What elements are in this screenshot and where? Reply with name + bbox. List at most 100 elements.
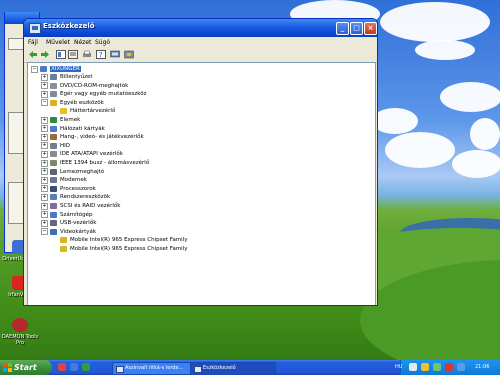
- tree-category[interactable]: + USB-vezérlők: [41, 219, 96, 227]
- warning-icon: [60, 108, 67, 115]
- desktop-icon-daemon-tools[interactable]: DAEMON Tools Pro: [0, 318, 40, 346]
- close-button[interactable]: ×: [364, 22, 377, 35]
- help-icon[interactable]: ?: [96, 50, 106, 59]
- processor-icon: [50, 185, 57, 192]
- display-adapter-icon: [60, 237, 67, 244]
- tree-category[interactable]: + IEEE 1394 busz - állomásvezérlő: [41, 159, 149, 167]
- disk-icon: [50, 168, 57, 175]
- expand-icon[interactable]: +: [41, 90, 48, 98]
- expand-icon[interactable]: +: [41, 150, 48, 158]
- tree-category[interactable]: − Egyéb eszközök: [41, 99, 104, 107]
- tree-category[interactable]: + Rendszereszközök: [41, 193, 110, 201]
- menu-action[interactable]: Művelet: [46, 39, 70, 46]
- expand-icon[interactable]: +: [41, 142, 48, 150]
- expand-icon[interactable]: +: [41, 133, 48, 141]
- title-bar[interactable]: Eszközkezelő _ □ ×: [24, 19, 377, 37]
- tray-network-icon[interactable]: [433, 363, 441, 371]
- tree-category[interactable]: + Hang-, videó- és játékvezérlők: [41, 133, 144, 141]
- tree-category[interactable]: + Processzorok: [41, 185, 96, 193]
- collapse-icon[interactable]: −: [41, 228, 48, 236]
- tree-category[interactable]: − Videokártyák: [41, 228, 96, 236]
- back-icon[interactable]: [28, 50, 38, 59]
- quicklaunch-media-icon[interactable]: [82, 363, 90, 371]
- properties-icon[interactable]: [68, 50, 78, 59]
- battery-icon: [50, 117, 57, 123]
- expand-icon[interactable]: +: [41, 125, 48, 133]
- tree-root[interactable]: − XIXUNGER: [31, 65, 81, 73]
- menu-file[interactable]: Fájl: [28, 39, 38, 46]
- expand-icon[interactable]: +: [41, 202, 48, 210]
- collapse-icon[interactable]: −: [41, 99, 48, 107]
- expand-icon[interactable]: +: [41, 219, 48, 227]
- tree-category[interactable]: + Modemek: [41, 176, 87, 184]
- tree-view-icon[interactable]: [56, 50, 66, 59]
- sound-icon: [50, 134, 57, 141]
- device-manager-window[interactable]: Eszközkezelő _ □ × Fájl Művelet Nézet Sú…: [23, 18, 378, 306]
- modem-icon: [50, 177, 57, 184]
- unknown-device-icon: [50, 99, 57, 106]
- hid-icon: [50, 142, 57, 149]
- computer-icon: [50, 211, 57, 218]
- menu-help[interactable]: Súgó: [95, 39, 110, 46]
- menu-bar: Fájl Művelet Nézet Súgó: [24, 38, 377, 48]
- tree-category[interactable]: + IDE ATA/ATAPI vezérlők: [41, 150, 123, 158]
- window-icon: [116, 366, 124, 373]
- minimize-button[interactable]: _: [336, 22, 349, 35]
- expand-icon[interactable]: +: [41, 82, 48, 90]
- expand-icon[interactable]: +: [41, 176, 48, 184]
- expand-icon[interactable]: +: [41, 116, 48, 124]
- quicklaunch-browser-icon[interactable]: [58, 363, 66, 371]
- toolbar: ?: [24, 48, 377, 63]
- expand-icon[interactable]: +: [41, 193, 48, 201]
- tree-category[interactable]: + Elemek: [41, 116, 80, 124]
- svg-text:?: ?: [99, 51, 103, 59]
- tree-device[interactable]: Háttértárvezérlő: [51, 107, 115, 115]
- update-driver-icon[interactable]: [124, 50, 134, 59]
- tree-category[interactable]: + DVD/CD-ROM-meghajtók: [41, 82, 128, 90]
- windows-logo-icon: [3, 363, 12, 372]
- tree-device[interactable]: Mobile Intel(R) 965 Express Chipset Fami…: [51, 236, 188, 244]
- expand-icon[interactable]: +: [41, 185, 48, 193]
- tree-category[interactable]: + Lemezmeghajtó: [41, 168, 104, 176]
- tray-app-icon[interactable]: [445, 363, 453, 371]
- tree-device[interactable]: Mobile Intel(R) 965 Express Chipset Fami…: [51, 245, 188, 253]
- collapse-icon[interactable]: −: [31, 65, 38, 73]
- print-icon[interactable]: [82, 50, 92, 59]
- computer-icon: [40, 66, 47, 72]
- maximize-button[interactable]: □: [350, 22, 363, 35]
- menu-view[interactable]: Nézet: [74, 39, 91, 46]
- taskbar-item-device-manager[interactable]: Eszközkezelő: [190, 362, 276, 375]
- expand-icon[interactable]: +: [41, 211, 48, 219]
- tree-category[interactable]: + HID: [41, 142, 70, 150]
- start-button[interactable]: Start: [0, 360, 52, 375]
- forward-icon[interactable]: [40, 50, 50, 59]
- tray-battery-icon[interactable]: [457, 363, 465, 371]
- scan-hardware-icon[interactable]: [110, 50, 120, 59]
- display-icon: [50, 228, 57, 235]
- expand-icon[interactable]: +: [41, 73, 48, 81]
- tree-category[interactable]: + Hálózati kártyák: [41, 125, 105, 133]
- taskbar-item-1[interactable]: Aszinvali ritká-s lerde...: [112, 362, 198, 375]
- system-tray: HU 21:06: [395, 360, 500, 375]
- window-title: Eszközkezelő: [43, 22, 95, 30]
- device-manager-icon: [194, 366, 202, 373]
- tree-category[interactable]: + SCSI és RAID vezérlők: [41, 202, 120, 210]
- mouse-icon: [50, 91, 57, 98]
- daemon-tools-icon: [12, 318, 28, 332]
- tree-category[interactable]: + Számítógép: [41, 211, 93, 219]
- device-tree[interactable]: − XIXUNGER + Billentyűzet + DVD/CD-ROM-megha…: [27, 62, 376, 305]
- quicklaunch-mail-icon[interactable]: [70, 363, 78, 371]
- device-manager-icon: [29, 23, 41, 34]
- keyboard-icon: [50, 74, 57, 80]
- tray-security-icon[interactable]: [421, 363, 429, 371]
- expand-icon[interactable]: +: [41, 159, 48, 167]
- tree-category[interactable]: + Egér vagy egyéb mutatóeszköz: [41, 90, 147, 98]
- clock: 21:06: [475, 364, 490, 370]
- tree-category[interactable]: + Billentyűzet: [41, 73, 93, 81]
- firewire-icon: [50, 160, 57, 166]
- expand-icon[interactable]: +: [41, 168, 48, 176]
- language-indicator[interactable]: HU: [395, 364, 402, 370]
- tray-speaker-icon[interactable]: [409, 363, 417, 371]
- desktop: DriverUpdater IrfanView DAEMON Tools Pro…: [0, 0, 500, 375]
- cdrom-icon: [50, 82, 57, 89]
